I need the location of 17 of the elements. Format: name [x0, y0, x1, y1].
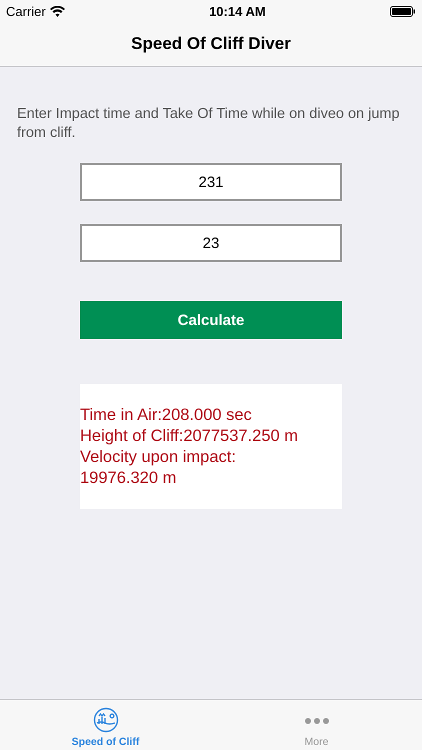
- calculate-button[interactable]: Calculate: [80, 301, 342, 339]
- result-text: Height of Cliff:2077537.250 m: [80, 426, 300, 447]
- screen-title: Speed Of Cliff Diver: [131, 34, 291, 54]
- number-field[interactable]: 231: [80, 163, 342, 201]
- wifi-icon: [50, 6, 65, 16]
- cliff-icon: [92, 707, 118, 733]
- result-text: 19976.320 m: [80, 468, 178, 489]
- tab-item[interactable]: Speed of Cliff: [0, 700, 211, 750]
- result-text: Velocity upon impact:: [80, 447, 237, 468]
- instructions-text: Enter Impact time and Take Of Time while on diveo on jump from cliff.: [16, 105, 401, 143]
- more-icon: [304, 718, 328, 724]
- carrier-label: Carrier: [6, 4, 46, 18]
- clock-time: 10:14 AM: [209, 4, 266, 18]
- tab-item[interactable]: More: [211, 700, 422, 750]
- battery-icon: [390, 6, 416, 16]
- result-text: Time in Air:208.000 sec: [80, 405, 253, 426]
- number-field[interactable]: 23: [80, 224, 342, 262]
